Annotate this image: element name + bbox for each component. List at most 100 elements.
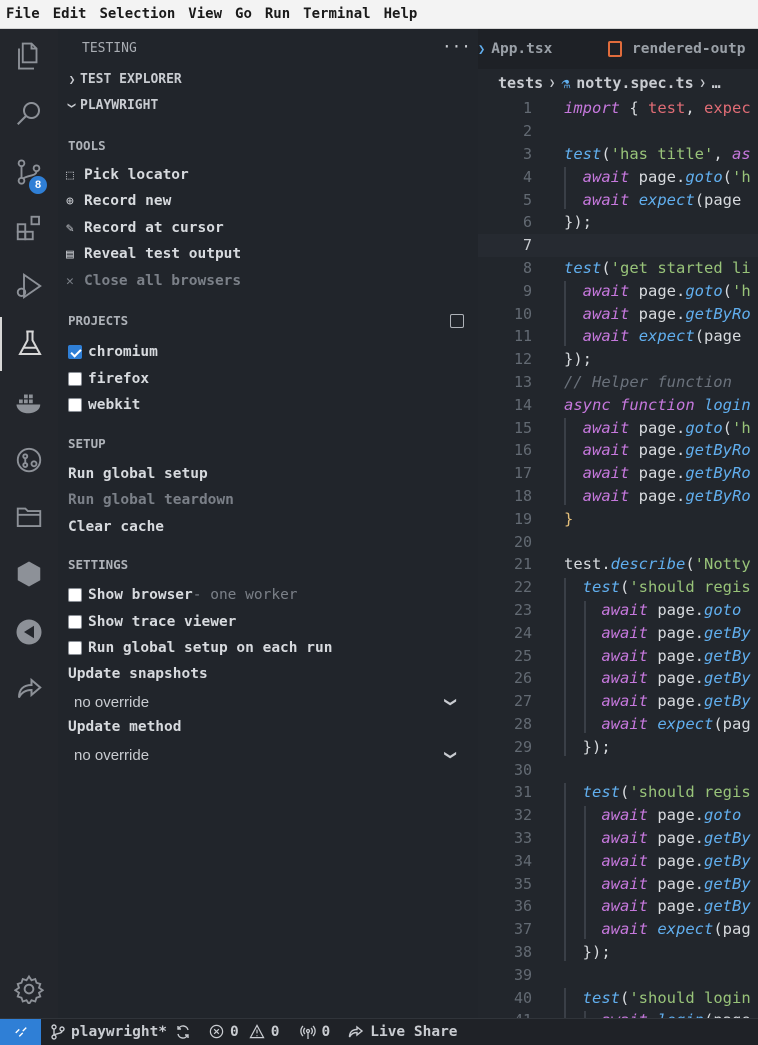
record-cursor-icon: ✎ bbox=[66, 220, 74, 236]
code-line[interactable]: 29 }); bbox=[478, 735, 758, 758]
search-icon[interactable] bbox=[0, 86, 58, 140]
update-snapshots-select[interactable]: no override ❯ bbox=[68, 690, 460, 714]
code-line[interactable]: 1 import { test, expec bbox=[478, 97, 758, 120]
docker-icon[interactable] bbox=[0, 375, 58, 429]
code-line[interactable]: 35 await page.getBy bbox=[478, 872, 758, 895]
explorer-icon[interactable] bbox=[0, 29, 58, 83]
project-chromium[interactable]: chromium bbox=[68, 344, 488, 360]
code-line[interactable]: 16 await page.getByRo bbox=[478, 439, 758, 462]
code-line[interactable]: 39 bbox=[478, 963, 758, 986]
more-actions-icon[interactable]: ··· bbox=[442, 37, 471, 56]
menu-item-terminal[interactable]: Terminal bbox=[303, 6, 370, 22]
code-line[interactable]: 33 await page.getBy bbox=[478, 827, 758, 850]
code-line[interactable]: 26 await page.getBy bbox=[478, 667, 758, 690]
setting-checkbox[interactable] bbox=[68, 588, 82, 602]
code-line[interactable]: 38 }); bbox=[478, 941, 758, 964]
line-number: 1 bbox=[522, 99, 532, 118]
tool-record-new[interactable]: ⊕ Record new bbox=[66, 193, 486, 209]
setting-run-setup-each-run[interactable]: Run global setup on each run bbox=[68, 640, 488, 656]
code-line[interactable]: 5 await expect(page bbox=[478, 188, 758, 211]
folder-icon[interactable] bbox=[0, 489, 58, 543]
remote-explorer-icon[interactable] bbox=[0, 605, 58, 659]
tool-label: Record at cursor bbox=[84, 220, 224, 236]
code-line[interactable]: 6}); bbox=[478, 211, 758, 234]
code-line[interactable]: 8 test('get started li bbox=[478, 257, 758, 280]
code-line[interactable]: 19} bbox=[478, 507, 758, 530]
menu-item-run[interactable]: Run bbox=[265, 6, 290, 22]
code-line[interactable]: 25 await page.getBy bbox=[478, 644, 758, 667]
code-line[interactable]: 40 test('should login bbox=[478, 986, 758, 1009]
project-webkit[interactable]: webkit bbox=[68, 397, 488, 413]
gitlens-icon[interactable] bbox=[0, 433, 58, 487]
tab-app-tsx[interactable]: ❯ App.tsx bbox=[478, 29, 590, 69]
code-line[interactable]: 32 await page.goto bbox=[478, 804, 758, 827]
remote-indicator[interactable] bbox=[0, 1018, 41, 1045]
code-line[interactable]: 13 // Helper function bbox=[478, 371, 758, 394]
code-line[interactable]: 36 await page.getBy bbox=[478, 895, 758, 918]
breadcrumb-item[interactable]: … bbox=[712, 74, 721, 92]
code-line[interactable]: 15 await page.goto('h bbox=[478, 416, 758, 439]
code-line[interactable]: 30 bbox=[478, 758, 758, 781]
code-line[interactable]: 27 await page.getBy bbox=[478, 690, 758, 713]
playwright-header[interactable]: ❯ PLAYWRIGHT bbox=[64, 98, 484, 113]
code-line[interactable]: 20 bbox=[478, 530, 758, 553]
setting-show-browser[interactable]: Show browser - one worker bbox=[68, 587, 488, 603]
setting-show-trace-viewer[interactable]: Show trace viewer bbox=[68, 614, 488, 630]
tool-reveal-output[interactable]: ▤ Reveal test output bbox=[66, 246, 486, 262]
problems-status[interactable]: 0 0 bbox=[209, 1024, 280, 1040]
hexagon-icon[interactable] bbox=[0, 547, 58, 601]
code-line[interactable]: 7 bbox=[478, 233, 758, 257]
menu-item-view[interactable]: View bbox=[188, 6, 222, 22]
settings-gear-icon[interactable] bbox=[0, 962, 58, 1016]
menu-item-selection[interactable]: Selection bbox=[99, 6, 175, 22]
code-line[interactable]: 22 test('should regis bbox=[478, 576, 758, 599]
menu-item-help[interactable]: Help bbox=[384, 6, 418, 22]
tool-pick-locator[interactable]: ⬚ Pick locator bbox=[66, 167, 486, 183]
code-line[interactable]: 14 async function login bbox=[478, 393, 758, 416]
project-firefox[interactable]: firefox bbox=[68, 371, 488, 387]
code-line[interactable]: 17 await page.getByRo bbox=[478, 462, 758, 485]
menu-item-edit[interactable]: Edit bbox=[53, 6, 87, 22]
collapse-all-icon[interactable] bbox=[450, 314, 464, 328]
code-line[interactable]: 37 await expect(pag bbox=[478, 918, 758, 941]
setting-checkbox[interactable] bbox=[68, 615, 82, 629]
project-checkbox[interactable] bbox=[68, 398, 82, 412]
code-line[interactable]: 2 bbox=[478, 120, 758, 143]
update-method-select[interactable]: no override ❯ bbox=[68, 743, 460, 767]
test-explorer-header[interactable]: ❯ TEST EXPLORER bbox=[64, 72, 484, 87]
ports-status[interactable]: 0 bbox=[299, 1024, 330, 1040]
branch-status[interactable]: playwright* bbox=[51, 1024, 167, 1040]
code-line[interactable]: 9 await page.goto('h bbox=[478, 279, 758, 302]
breadcrumb-item[interactable]: tests bbox=[498, 74, 543, 92]
code-line[interactable]: 31 test('should regis bbox=[478, 781, 758, 804]
testing-icon[interactable] bbox=[0, 317, 58, 371]
code-line[interactable]: 24 await page.getBy bbox=[478, 621, 758, 644]
code-line[interactable]: 23 await page.goto bbox=[478, 599, 758, 622]
code-line[interactable]: 10 await page.getByRo bbox=[478, 302, 758, 325]
setting-checkbox[interactable] bbox=[68, 641, 82, 655]
code-line[interactable]: 28 await expect(pag bbox=[478, 713, 758, 736]
breadcrumb-item[interactable]: notty.spec.ts bbox=[576, 74, 693, 92]
source-control-icon[interactable]: 8 bbox=[0, 145, 58, 199]
live-share-icon[interactable] bbox=[0, 663, 58, 717]
code-line[interactable]: 3 test('has title', as bbox=[478, 143, 758, 166]
sync-icon[interactable] bbox=[175, 1024, 197, 1040]
clear-cache[interactable]: Clear cache bbox=[68, 519, 488, 535]
code-line[interactable]: 21 test.describe('Notty bbox=[478, 553, 758, 576]
project-checkbox[interactable] bbox=[68, 372, 82, 386]
code-line[interactable]: 11 await expect(page bbox=[478, 325, 758, 348]
code-line[interactable]: 12}); bbox=[478, 348, 758, 371]
code-line[interactable]: 18 await page.getByRo bbox=[478, 485, 758, 508]
indent-guide bbox=[584, 600, 586, 734]
run-global-setup[interactable]: Run global setup bbox=[68, 466, 488, 482]
extensions-icon[interactable] bbox=[0, 201, 58, 255]
tab-rendered-output[interactable]: rendered-outp bbox=[608, 29, 758, 69]
code-line[interactable]: 34 await page.getBy bbox=[478, 849, 758, 872]
code-line[interactable]: 4 await page.goto('h bbox=[478, 165, 758, 188]
live-share-status[interactable]: Live Share bbox=[348, 1024, 458, 1040]
project-checkbox[interactable] bbox=[68, 345, 82, 359]
run-debug-icon[interactable] bbox=[0, 259, 58, 313]
menu-item-go[interactable]: Go bbox=[235, 6, 252, 22]
tool-record-at-cursor[interactable]: ✎ Record at cursor bbox=[66, 220, 486, 236]
menu-item-file[interactable]: File bbox=[6, 6, 40, 22]
